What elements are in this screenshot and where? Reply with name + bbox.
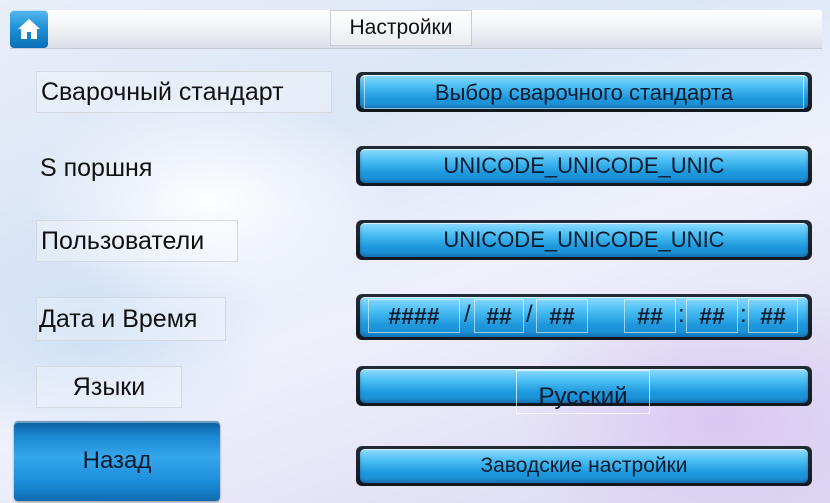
page-title: Настройки <box>330 10 472 46</box>
factory-settings-label: Заводские настройки <box>480 454 688 477</box>
users-field[interactable]: UNICODE_UNICODE_UNIC <box>356 220 812 260</box>
piston-area-field[interactable]: UNICODE_UNICODE_UNIC <box>356 146 812 186</box>
language-select-button[interactable]: Русский <box>356 366 812 414</box>
minute-field[interactable]: ## <box>686 299 738 333</box>
time-separator: : <box>678 301 685 328</box>
users-label: Пользователи <box>36 220 238 262</box>
day-field[interactable]: ## <box>536 299 588 333</box>
second-field[interactable]: ## <box>748 299 798 333</box>
hour-field[interactable]: ## <box>624 299 676 333</box>
home-button[interactable] <box>10 10 48 48</box>
standard-select-button[interactable]: Выбор сварочного стандарта <box>356 72 812 112</box>
date-separator: / <box>464 301 471 328</box>
standard-label: Сварочный стандарт <box>36 71 332 113</box>
month-field[interactable]: ## <box>474 299 524 333</box>
time-separator: : <box>740 301 747 328</box>
piston-label: S поршня <box>40 154 153 182</box>
users-value: UNICODE_UNICODE_UNIC <box>443 227 725 252</box>
piston-area-value: UNICODE_UNICODE_UNIC <box>443 153 725 178</box>
language-value: Русский <box>516 370 650 414</box>
home-icon <box>18 19 40 39</box>
datetime-field: #### / ## / ## ## : ## : ## <box>356 294 812 340</box>
back-button[interactable]: Назад <box>14 421 220 501</box>
year-field[interactable]: #### <box>368 299 460 333</box>
date-separator: / <box>526 301 533 328</box>
language-label: Языки <box>36 366 182 408</box>
standard-select-label: Выбор сварочного стандарта <box>364 75 804 109</box>
datetime-label: Дата и Время <box>36 297 226 341</box>
factory-settings-button[interactable]: Заводские настройки <box>356 446 812 486</box>
